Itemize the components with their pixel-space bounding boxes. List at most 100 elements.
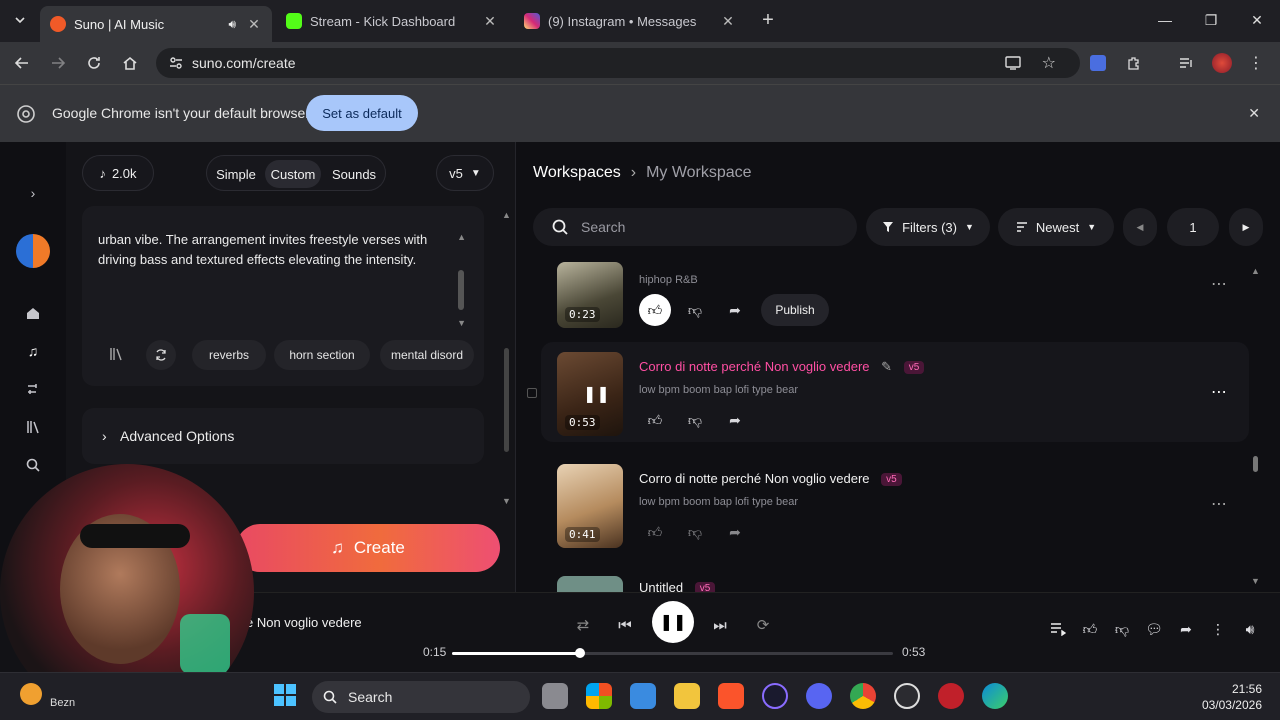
obs-icon[interactable] [894,683,920,709]
close-window-icon[interactable]: ✕ [1234,0,1280,40]
song-cover[interactable]: ❚❚ 0:53 [557,352,623,436]
progress-slider[interactable] [452,648,893,658]
song-row[interactable]: 0:41 Corro di notte perché Non voglio ve… [541,454,1249,554]
breadcrumb-workspaces[interactable]: Workspaces [533,164,621,182]
panel-scrollbar[interactable] [504,348,509,452]
advanced-options-toggle[interactable]: › Advanced Options [82,408,484,464]
url-bar[interactable]: suno.com/create ☆ [156,48,1080,78]
user-avatar[interactable] [16,234,50,268]
create-button[interactable]: ♫ Create [236,524,500,572]
minimize-icon[interactable]: — [1142,0,1188,40]
workspace-search-input[interactable]: Search [533,208,857,246]
widgets-icon[interactable] [586,683,612,709]
library-nav-icon[interactable] [22,416,44,438]
scroll-up-icon[interactable]: ▲ [457,232,466,242]
sort-button[interactable]: Newest ▼ [998,208,1114,246]
share-icon[interactable]: ➦ [1174,617,1198,641]
set-as-default-button[interactable]: Set as default [306,95,418,131]
file-explorer-icon[interactable] [674,683,700,709]
dislike-icon[interactable]: 👎︎ [679,294,711,326]
shuffle-icon[interactable]: ⇄ [567,609,599,641]
restore-icon[interactable]: ❐ [1188,0,1234,40]
forward-icon[interactable] [46,51,70,75]
search-nav-icon[interactable] [22,454,44,476]
dislike-icon[interactable]: 👎︎ [679,404,711,436]
style-tag[interactable]: horn section [274,340,370,370]
expand-sidebar-icon[interactable]: › [22,182,44,204]
scroll-down-icon[interactable]: ▼ [1251,576,1260,586]
profile-avatar[interactable] [1210,51,1234,75]
tab-search-dropdown-icon[interactable] [8,8,32,32]
page-number[interactable]: 1 [1167,208,1219,246]
app-icon[interactable] [938,683,964,709]
song-row[interactable]: 0:23 hiphop R&B 👍︎ 👎︎ ➦ Publish ⋯ [541,260,1249,332]
app-icon[interactable] [762,683,788,709]
dislike-icon[interactable]: 👎︎ [679,516,711,548]
model-select[interactable]: v5 ▼ [436,155,494,191]
previous-track-icon[interactable]: ⏮︎ [609,609,641,641]
volume-icon[interactable]: 🔊︎ [1238,617,1262,641]
home-icon[interactable] [118,51,142,75]
mode-custom-tab[interactable]: Custom [265,160,321,188]
home-nav-icon[interactable] [22,302,44,324]
tab-instagram[interactable]: (9) Instagram • Messages ✕ [514,6,746,36]
close-tab-icon[interactable]: ✕ [482,13,498,30]
credits-counter[interactable]: ♪ 2.0k [82,155,154,191]
tab-suno[interactable]: Suno | AI Music 🔊︎ ✕ [40,6,272,42]
progress-handle[interactable] [574,648,585,658]
select-checkbox[interactable] [527,388,537,398]
mode-simple-tab[interactable]: Simple [211,160,261,188]
song-title[interactable]: Corro di notte perché Non voglio vedere … [639,359,925,375]
comment-icon[interactable]: 💬︎ [1142,617,1166,641]
song-row[interactable]: Untitled v5 [541,566,1249,592]
new-tab-button[interactable]: + [756,8,780,32]
extensions-puzzle-icon[interactable] [1122,51,1146,75]
system-clock[interactable]: 21:56 03/03/2026 [1202,681,1262,713]
breadcrumb-current[interactable]: My Workspace [646,164,752,182]
song-cover[interactable]: 0:41 [557,464,623,548]
song-row-playing[interactable]: ❚❚ 0:53 Corro di notte perché Non voglio… [527,342,1249,442]
like-icon[interactable]: 👍︎ [1078,617,1102,641]
cast-icon[interactable] [1004,55,1022,71]
more-options-icon[interactable]: ⋯ [1199,372,1239,412]
scroll-up-icon[interactable]: ▲ [502,210,511,220]
shuffle-styles-icon[interactable] [146,340,176,370]
audio-playing-icon[interactable]: 🔊︎ [228,17,236,32]
repeat-icon[interactable]: ⟳ [747,609,779,641]
create-nav-icon[interactable]: ♫ [22,340,44,362]
lyrics-textarea[interactable]: urban vibe. The arrangement invites free… [82,206,484,386]
library-styles-icon[interactable] [108,346,124,362]
song-cover[interactable] [557,576,623,592]
tab-kick[interactable]: Stream - Kick Dashboard ✕ [276,6,508,36]
share-icon[interactable]: ➦ [719,404,751,436]
mode-sounds-tab[interactable]: Sounds [325,160,383,188]
now-playing-title[interactable]: é Non voglio vedere [246,615,362,630]
queue-icon[interactable] [1046,617,1070,641]
reload-icon[interactable] [82,51,106,75]
scroll-down-icon[interactable]: ▼ [457,318,466,328]
dislike-icon[interactable]: 👎︎ [1110,617,1134,641]
like-icon[interactable]: 👍︎ [639,294,671,326]
windows-start-icon[interactable] [273,683,299,709]
close-tab-icon[interactable]: ✕ [246,16,262,33]
share-icon[interactable]: ➦ [719,516,751,548]
textarea-scrollbar[interactable] [458,270,464,310]
prev-page-button[interactable]: ◀ [1123,208,1157,246]
style-tag[interactable]: reverbs [192,340,266,370]
like-icon[interactable]: 👍︎ [639,404,671,436]
studio-nav-icon[interactable] [22,378,44,400]
song-title[interactable]: Corro di notte perché Non voglio vedere … [639,471,902,487]
close-tab-icon[interactable]: ✕ [720,13,736,30]
next-page-button[interactable]: ▶ [1229,208,1263,246]
chrome-menu-icon[interactable]: ⋮ [1244,51,1268,75]
workspace-scrollbar[interactable] [1253,456,1258,472]
taskbar-search[interactable]: Search [312,681,530,713]
edit-pencil-icon[interactable]: ✎ [881,359,892,374]
brave-browser-icon[interactable] [718,683,744,709]
task-view-icon[interactable] [542,683,568,709]
scroll-down-icon[interactable]: ▼ [502,496,511,506]
discord-icon[interactable] [806,683,832,709]
site-info-icon[interactable] [168,55,184,71]
more-options-icon[interactable]: ⋯ [1199,484,1239,524]
weather-widget[interactable]: Bezn [20,683,75,709]
